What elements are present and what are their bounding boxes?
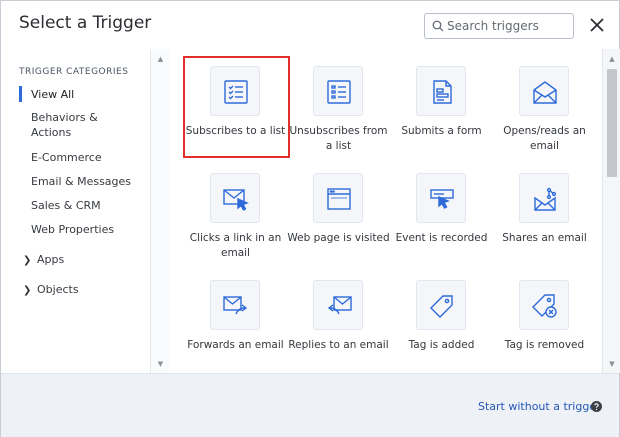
trigger-icon-box [416, 173, 466, 223]
start-without-trigger-link[interactable]: Start without a trigger [478, 400, 601, 413]
category-sidebar: TRIGGER CATEGORIES View All Behaviors & … [1, 49, 150, 373]
trigger-replies-email[interactable]: Replies to an email [287, 280, 390, 365]
active-indicator [19, 86, 22, 102]
trigger-label: Opens/reads an email [503, 125, 586, 152]
trigger-icon-box [416, 280, 466, 330]
expander-label: Apps [37, 253, 65, 266]
trigger-clicks-link[interactable]: Clicks a link in an email [184, 173, 287, 259]
scrollbar-thumb[interactable] [607, 69, 617, 177]
tag-remove-icon [532, 294, 557, 318]
sidebar-item-sales-crm[interactable]: Sales & CRM [31, 198, 101, 213]
open-envelope-icon [533, 81, 557, 104]
scroll-up-icon[interactable]: ▲ [151, 55, 170, 63]
browser-window-icon [327, 188, 351, 210]
sidebar-item-view-all[interactable]: View All [31, 87, 74, 102]
trigger-forwards-email[interactable]: Forwards an email [184, 280, 287, 365]
search-input[interactable] [447, 17, 569, 35]
tag-icon [430, 295, 453, 318]
forward-envelope-icon [223, 296, 248, 315]
trigger-label: Tag is removed [504, 339, 585, 351]
trigger-label: Shares an email [502, 232, 587, 244]
sidebar-expander-objects[interactable]: ❯ Objects [23, 283, 79, 296]
close-icon[interactable] [586, 14, 608, 36]
reply-envelope-icon [327, 296, 352, 315]
sidebar-item-email-messages[interactable]: Email & Messages [31, 174, 131, 189]
trigger-icon-box [313, 173, 363, 223]
trigger-icon-box [210, 66, 260, 116]
share-envelope-icon [534, 187, 557, 211]
trigger-icon-box [210, 173, 260, 223]
trigger-event-recorded[interactable]: Event is recorded [390, 173, 493, 258]
trigger-opens-email[interactable]: Opens/reads an email [493, 66, 596, 152]
list-icon [327, 80, 351, 104]
trigger-icon-box [519, 280, 569, 330]
trigger-icon-box [210, 280, 260, 330]
trigger-label: Web page is visited [287, 232, 390, 244]
trigger-label: Submits a form [401, 125, 482, 137]
envelope-cursor-icon [223, 189, 249, 211]
trigger-web-page-visited[interactable]: Web page is visited [287, 173, 390, 258]
modal-title: Select a Trigger [19, 13, 152, 33]
event-cursor-icon [430, 189, 454, 209]
trigger-icon-box [416, 66, 466, 116]
trigger-grid: Subscribes to a list Unsubscribes from a… [170, 49, 602, 373]
trigger-label: Replies to an email [288, 339, 389, 351]
chevron-right-icon: ❯ [23, 285, 32, 296]
chevron-right-icon: ❯ [23, 255, 32, 266]
scroll-up-icon[interactable]: ▲ [603, 55, 620, 63]
search-icon [432, 20, 444, 32]
trigger-shares-email[interactable]: Shares an email [493, 173, 596, 258]
trigger-submits-form[interactable]: Submits a form [390, 66, 493, 151]
scroll-down-icon[interactable]: ▼ [151, 360, 170, 368]
grid-scrollbar[interactable]: ▲ ▼ [602, 49, 620, 373]
trigger-label: Unsubscribes from a list [289, 125, 388, 152]
trigger-tag-removed[interactable]: Tag is removed [493, 280, 596, 365]
select-trigger-modal: Select a Trigger TRIGGER CATEGORIES View… [0, 0, 620, 437]
trigger-unsubscribes-from-list[interactable]: Unsubscribes from a list [287, 66, 390, 152]
trigger-label: Clicks a link in an email [189, 232, 282, 259]
trigger-icon-box [519, 66, 569, 116]
modal-footer: Start without a trigger [1, 373, 619, 437]
expander-label: Objects [37, 283, 79, 296]
form-icon [433, 80, 452, 104]
modal-header: Select a Trigger [1, 1, 619, 49]
trigger-subscribes-to-list[interactable]: Subscribes to a list [184, 66, 287, 151]
trigger-icon-box [313, 66, 363, 116]
categories-heading: TRIGGER CATEGORIES [19, 67, 129, 77]
sidebar-item-ecommerce[interactable]: E-Commerce [31, 150, 102, 165]
list-check-icon [224, 80, 248, 104]
trigger-label: Subscribes to a list [185, 125, 286, 137]
search-box[interactable] [424, 13, 574, 39]
sidebar-expander-apps[interactable]: ❯ Apps [23, 253, 64, 266]
sidebar-item-behaviors-actions[interactable]: Behaviors & Actions [31, 110, 98, 140]
trigger-label: Forwards an email [187, 339, 284, 351]
sidebar-scrollbar[interactable]: ▲ ▼ [150, 49, 169, 373]
trigger-label: Tag is added [408, 339, 475, 351]
trigger-label: Event is recorded [395, 232, 488, 244]
trigger-icon-box [313, 280, 363, 330]
sidebar-item-web-properties[interactable]: Web Properties [31, 222, 114, 237]
help-icon[interactable] [591, 401, 602, 412]
trigger-icon-box [519, 173, 569, 223]
scroll-down-icon[interactable]: ▼ [603, 360, 620, 368]
trigger-tag-added[interactable]: Tag is added [390, 280, 493, 365]
